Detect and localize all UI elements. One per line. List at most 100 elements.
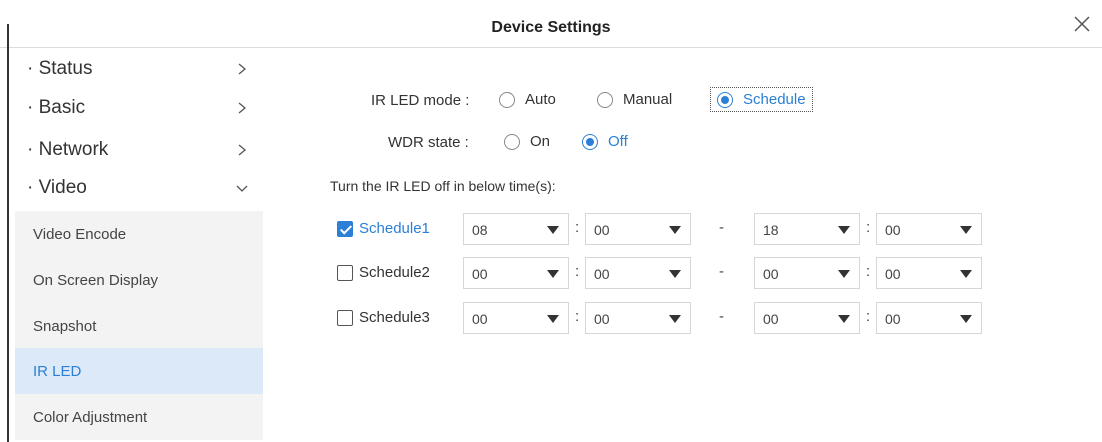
schedule3-end-hour-select[interactable]: 00	[754, 302, 860, 334]
sidebar-item-label: · Video	[27, 177, 87, 198]
sidebar-item-color-adjustment[interactable]: Color Adjustment	[15, 394, 263, 440]
time-separator: :	[575, 219, 580, 236]
ir-led-panel: IR LED mode : Auto Manual Schedule WDR s…	[263, 48, 1102, 442]
time-separator: :	[866, 219, 871, 236]
select-value: 00	[594, 311, 610, 327]
radio-circle	[582, 133, 598, 150]
time-separator: :	[575, 308, 580, 325]
select-value: 00	[885, 311, 901, 327]
sidebar-item-video[interactable]: · Video	[15, 169, 263, 207]
schedule2-end-min-select[interactable]: 00	[876, 257, 982, 289]
sidebar-item-label: Color Adjustment	[33, 408, 148, 426]
schedule2-end-hour-select[interactable]: 00	[754, 257, 860, 289]
ir-mode-auto-radio[interactable]: Auto	[499, 91, 556, 108]
schedule3-end-min-select[interactable]: 00	[876, 302, 982, 334]
dropdown-arrow-icon	[960, 270, 972, 278]
dropdown-arrow-icon	[669, 226, 681, 234]
checkbox-box	[337, 309, 353, 326]
select-value: 00	[885, 266, 901, 282]
chevron-right-icon	[238, 102, 247, 114]
schedule-label: Schedule1	[359, 220, 430, 237]
dropdown-arrow-icon	[547, 315, 559, 323]
schedule3-checkbox[interactable]: Schedule3	[337, 309, 430, 326]
sidebar-item-on-screen-display[interactable]: On Screen Display	[15, 257, 263, 303]
chevron-down-icon	[236, 185, 248, 192]
schedule1-end-min-select[interactable]: 00	[876, 213, 982, 245]
range-separator: -	[719, 308, 724, 325]
schedule1-start-hour-select[interactable]: 08	[463, 213, 569, 245]
select-value: 00	[885, 222, 901, 238]
sidebar-item-label: IR LED	[33, 362, 82, 380]
sidebar-item-label: · Network	[27, 139, 109, 160]
select-value: 00	[763, 266, 779, 282]
select-value: 00	[472, 311, 488, 327]
dropdown-arrow-icon	[838, 270, 850, 278]
sidebar: · Status · Basic · Network · Video Video…	[15, 48, 263, 442]
time-separator: :	[866, 308, 871, 325]
left-edge-line	[7, 24, 9, 442]
select-value: 08	[472, 222, 488, 238]
select-value: 00	[594, 266, 610, 282]
radio-circle	[504, 133, 520, 150]
range-separator: -	[719, 263, 724, 280]
select-value: 00	[594, 222, 610, 238]
sidebar-item-snapshot[interactable]: Snapshot	[15, 303, 263, 349]
wdr-off-radio[interactable]: Off	[582, 133, 628, 150]
radio-label: Off	[608, 133, 628, 150]
dropdown-arrow-icon	[669, 270, 681, 278]
dropdown-arrow-icon	[547, 226, 559, 234]
schedule1-checkbox[interactable]: Schedule1	[337, 220, 430, 237]
schedule1-end-hour-select[interactable]: 18	[754, 213, 860, 245]
ir-mode-manual-radio[interactable]: Manual	[597, 91, 672, 108]
wdr-on-radio[interactable]: On	[504, 133, 550, 150]
select-value: 18	[763, 222, 779, 238]
dropdown-arrow-icon	[669, 315, 681, 323]
schedule-label: Schedule3	[359, 309, 430, 326]
radio-label: On	[530, 133, 551, 150]
chevron-right-icon	[238, 144, 247, 156]
schedule2-start-hour-select[interactable]: 00	[463, 257, 569, 289]
close-icon[interactable]	[1072, 14, 1092, 34]
time-separator: :	[866, 263, 871, 280]
sidebar-item-label: · Status	[27, 58, 93, 79]
sidebar-item-video-encode[interactable]: Video Encode	[15, 211, 263, 257]
dropdown-arrow-icon	[547, 270, 559, 278]
sidebar-item-label: On Screen Display	[33, 271, 159, 289]
sidebar-item-ir-led[interactable]: IR LED	[15, 348, 263, 394]
dropdown-arrow-icon	[960, 226, 972, 234]
schedule2-checkbox[interactable]: Schedule2	[337, 264, 430, 281]
schedule3-start-min-select[interactable]: 00	[585, 302, 691, 334]
schedule-label: Schedule2	[359, 264, 430, 281]
sidebar-item-network[interactable]: · Network	[15, 131, 263, 169]
radio-circle	[499, 91, 515, 108]
schedule2-start-min-select[interactable]: 00	[585, 257, 691, 289]
range-separator: -	[719, 219, 724, 236]
select-value: 00	[763, 311, 779, 327]
chevron-right-icon	[238, 63, 247, 75]
checkbox-box	[337, 220, 353, 237]
radio-label: Auto	[525, 91, 556, 108]
schedule-hint-text: Turn the IR LED off in below time(s):	[330, 178, 556, 194]
window-title: Device Settings	[491, 19, 611, 36]
schedule1-start-min-select[interactable]: 00	[585, 213, 691, 245]
dropdown-arrow-icon	[960, 315, 972, 323]
sidebar-item-label: Snapshot	[33, 317, 97, 335]
time-separator: :	[575, 263, 580, 280]
radio-circle	[717, 91, 733, 108]
sidebar-item-status[interactable]: · Status	[15, 50, 263, 88]
ir-led-mode-label: IR LED mode :	[371, 92, 470, 109]
checkbox-box	[337, 264, 353, 281]
radio-label: Manual	[623, 91, 673, 108]
sidebar-item-basic[interactable]: · Basic	[15, 89, 263, 127]
dropdown-arrow-icon	[838, 226, 850, 234]
title-bar: Device Settings	[0, 0, 1102, 48]
wdr-state-label: WDR state :	[388, 134, 469, 151]
sidebar-item-label: Video Encode	[33, 225, 127, 243]
radio-label: Schedule	[743, 91, 806, 108]
schedule3-start-hour-select[interactable]: 00	[463, 302, 569, 334]
sidebar-item-label: · Basic	[27, 97, 86, 118]
radio-circle	[597, 91, 613, 108]
ir-mode-schedule-radio[interactable]: Schedule	[710, 87, 813, 112]
dropdown-arrow-icon	[838, 315, 850, 323]
select-value: 00	[472, 266, 488, 282]
